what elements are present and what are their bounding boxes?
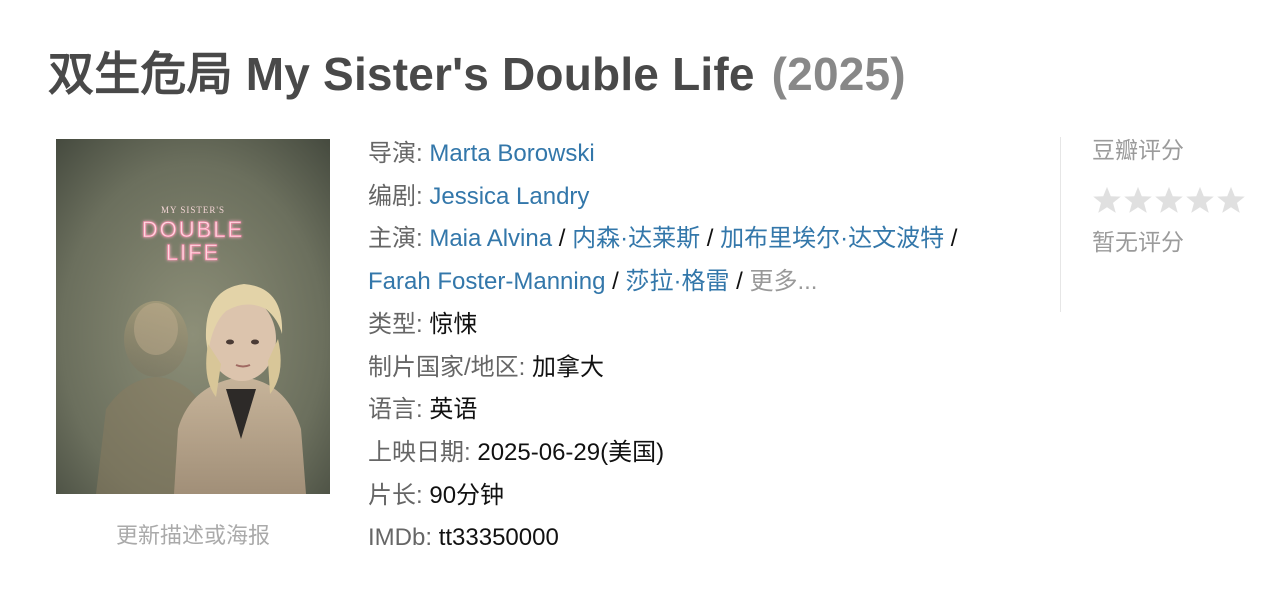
movie-detail-page: 双生危局 My Sister's Double Life (2025) MY S…	[0, 0, 1280, 601]
cast-label: 主演	[368, 225, 416, 253]
writer-colon: :	[416, 182, 430, 210]
cast-link[interactable]: 内森·达莱斯	[572, 225, 700, 252]
writer-row: 编剧: Jessica Landry	[368, 176, 1038, 219]
genre-value: 惊悚	[429, 310, 478, 338]
country-row: 制片国家/地区: 加拿大	[368, 347, 1038, 390]
cast-row: 主演: Maia Alvina / 内森·达莱斯 / 加布里埃尔·达文波特 /	[368, 218, 1038, 261]
rating-panel: 豆瓣评分 暂无评分	[1060, 137, 1260, 312]
country-value: 加拿大	[532, 353, 605, 381]
rating-label: 豆瓣评分	[1092, 137, 1184, 163]
release-label: 上映日期	[368, 438, 464, 466]
director-label: 导演	[368, 140, 416, 167]
poster-text-line2: DOUBLE	[142, 217, 244, 242]
more-cast-link[interactable]: 更多...	[749, 268, 817, 295]
star-icon	[1093, 186, 1121, 213]
release-row: 上映日期: 2025-06-29(美国)	[368, 432, 1038, 475]
cast-separator: /	[944, 225, 958, 253]
country-label: 制片国家/地区	[368, 353, 519, 381]
update-poster-link[interactable]: 更新描述或海报	[56, 518, 330, 550]
language-row: 语言: 英语	[368, 389, 1038, 432]
rating-stars	[1092, 185, 1260, 219]
director-link[interactable]: Marta Borowski	[429, 140, 594, 167]
star-icon	[1124, 186, 1152, 213]
imdb-value: tt33350000	[438, 524, 559, 552]
cast-separator: /	[605, 268, 626, 296]
imdb-label: IMDb	[368, 524, 426, 552]
star-icon	[1217, 186, 1245, 213]
runtime-label: 片长	[368, 481, 416, 509]
director-row: 导演: Marta Borowski	[368, 133, 1038, 176]
imdb-colon: :	[425, 524, 439, 552]
no-rating-text: 暂无评分	[1092, 229, 1184, 255]
page-title: 双生危局 My Sister's Double Life (2025)	[48, 38, 906, 110]
cast-link[interactable]: Farah Foster-Manning	[368, 268, 605, 295]
poster-image: MY SISTER'S DOUBLE LIFE	[56, 139, 330, 494]
writer-link[interactable]: Jessica Landry	[429, 183, 589, 210]
poster-text-line1: MY SISTER'S	[161, 205, 225, 215]
poster-text-line3: LIFE	[166, 240, 220, 265]
cast-separator: /	[700, 225, 721, 253]
genre-row: 类型: 惊悚	[368, 304, 1038, 347]
cast-colon: :	[416, 225, 430, 253]
cast-link[interactable]: Maia Alvina	[429, 225, 552, 252]
star-icon	[1155, 186, 1183, 213]
director-colon: :	[416, 140, 430, 167]
cast-separator: /	[552, 225, 573, 253]
country-colon: :	[518, 353, 533, 381]
star-icon	[1186, 186, 1214, 213]
genre-colon: :	[416, 310, 430, 338]
movie-title: 双生危局 My Sister's Double Life	[48, 48, 755, 100]
cast-separator: /	[729, 268, 750, 296]
release-value: 2025-06-29(美国)	[477, 438, 665, 466]
language-label: 语言	[368, 396, 416, 424]
cast-link[interactable]: 莎拉·格雷	[625, 268, 729, 295]
release-colon: :	[464, 438, 478, 466]
movie-poster[interactable]: MY SISTER'S DOUBLE LIFE	[56, 139, 330, 494]
movie-year: (2025)	[771, 48, 906, 100]
cast-row-continued: Farah Foster-Manning / 莎拉·格雷 / 更多...	[368, 261, 1038, 304]
language-colon: :	[416, 396, 430, 424]
genre-label: 类型	[368, 310, 416, 338]
cast-link[interactable]: 加布里埃尔·达文波特	[720, 225, 944, 252]
language-value: 英语	[429, 396, 478, 424]
movie-info: 导演: Marta Borowski 编剧: Jessica Landry 主演…	[368, 133, 1038, 560]
runtime-value: 90分钟	[429, 481, 505, 509]
runtime-colon: :	[416, 481, 430, 509]
writer-label: 编剧	[368, 182, 416, 210]
imdb-row: IMDb: tt33350000	[368, 517, 1038, 560]
runtime-row: 片长: 90分钟	[368, 475, 1038, 518]
